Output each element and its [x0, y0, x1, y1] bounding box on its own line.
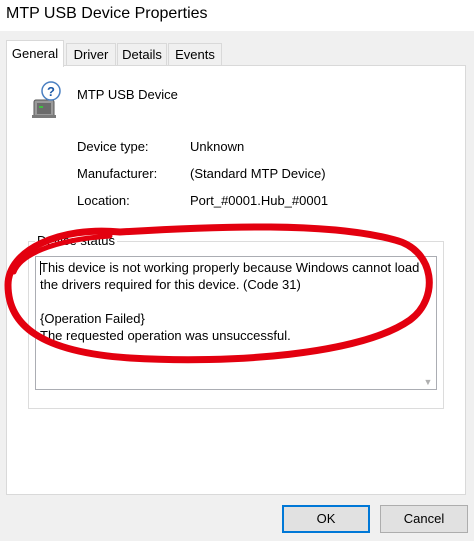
device-name: MTP USB Device	[77, 87, 178, 102]
title-bar[interactable]: MTP USB Device Properties	[0, 0, 474, 31]
status-line: The requested operation was unsuccessful…	[40, 328, 291, 343]
device-type-label: Device type:	[77, 139, 149, 154]
device-status-title: Device status	[35, 233, 118, 248]
device-type-value: Unknown	[190, 139, 245, 154]
status-line: the drivers required for this device. (C…	[40, 277, 301, 292]
text-caret	[40, 261, 41, 275]
location-value: Port_#0001.Hub_#0001	[190, 193, 329, 208]
general-tab-panel: ? MTP USB Device Device type: Unknown Ma…	[6, 65, 466, 495]
device-status-group: Device status This device is not working…	[28, 233, 444, 409]
tab-details[interactable]: Details	[117, 43, 167, 65]
window-title: MTP USB Device Properties	[6, 5, 208, 22]
usb-device-question-icon: ?	[32, 81, 61, 118]
ok-button[interactable]: OK	[282, 505, 370, 533]
status-line: This device is not working properly beca…	[40, 260, 420, 275]
manufacturer-label: Manufacturer:	[77, 166, 158, 181]
status-line	[40, 293, 432, 310]
cancel-button[interactable]: Cancel	[380, 505, 468, 533]
scroll-down-arrow-icon[interactable]: ▼	[423, 378, 433, 387]
device-status-textbox[interactable]: This device is not working properly beca…	[35, 256, 437, 390]
status-line: {Operation Failed}	[40, 311, 145, 326]
manufacturer-value: (Standard MTP Device)	[190, 166, 326, 181]
location-label: Location:	[77, 193, 130, 208]
tab-strip: General Driver Details Events	[0, 40, 474, 67]
tab-general[interactable]: General	[6, 40, 64, 67]
svg-text:?: ?	[47, 84, 55, 99]
tab-driver[interactable]: Driver	[66, 43, 116, 65]
tab-events[interactable]: Events	[168, 43, 222, 65]
